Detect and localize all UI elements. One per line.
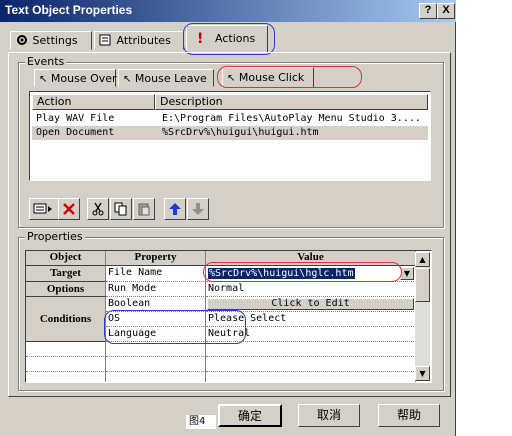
copy-icon: [114, 202, 127, 216]
delete-icon: [63, 203, 75, 215]
tab-attributes[interactable]: Attributes: [94, 31, 184, 50]
tab-settings[interactable]: Settings: [10, 31, 92, 50]
copy-button[interactable]: [110, 198, 132, 220]
action-cell: Open Document: [36, 127, 115, 138]
figure-caption: 图4: [186, 415, 216, 429]
help-title-button[interactable]: ?: [419, 3, 437, 19]
subtab-mouse-over-label: Mouse Over: [50, 72, 117, 85]
column-property: Property: [106, 251, 206, 266]
empty-cell: [106, 372, 206, 382]
column-object: Object: [26, 251, 106, 266]
scroll-thumb[interactable]: [415, 268, 430, 302]
click-to-edit-button[interactable]: Click to Edit: [207, 298, 414, 310]
empty-cell: [206, 372, 416, 382]
move-up-button[interactable]: [164, 198, 186, 220]
cancel-button[interactable]: 取消: [298, 404, 360, 427]
ok-button[interactable]: 确定: [218, 404, 282, 427]
empty-cell: [106, 357, 206, 372]
conditions-highlight: [104, 310, 246, 344]
events-group-label: Events: [25, 55, 67, 68]
subtab-mouse-leave-label: Mouse Leave: [134, 72, 207, 85]
cut-button[interactable]: [87, 198, 109, 220]
object-target: Target: [26, 266, 106, 282]
empty-cell: [106, 342, 206, 357]
move-up-icon: [169, 203, 181, 215]
object-options: Options: [26, 282, 106, 297]
tab-attributes-label: Attributes: [116, 34, 171, 47]
actions-list[interactable]: Action Description Play WAV File E:\Prog…: [29, 91, 431, 181]
mouse-click-highlight: [217, 66, 362, 88]
object-conditions: Conditions: [26, 297, 106, 342]
cut-icon: [92, 202, 104, 216]
window-title: Text Object Properties: [5, 3, 133, 17]
tab-settings-label: Settings: [32, 34, 78, 47]
file-name-highlight: [203, 262, 402, 282]
column-description[interactable]: Description: [155, 94, 428, 110]
scroll-up-icon[interactable]: ▲: [415, 252, 430, 267]
description-cell: %SrcDrv%\huigui\huigui.htm: [162, 127, 319, 138]
list-item[interactable]: Open Document %SrcDrv%\huigui\huigui.htm: [32, 126, 428, 140]
close-button[interactable]: X: [437, 3, 455, 19]
move-down-button[interactable]: [187, 198, 209, 220]
paste-icon: [138, 203, 150, 216]
attributes-icon: [99, 34, 111, 46]
mouse-over-icon: ↖: [39, 74, 48, 85]
properties-dialog: Text Object Properties ? X Settings Attr…: [0, 0, 456, 436]
title-bar[interactable]: Text Object Properties ? X: [0, 0, 456, 22]
property-file-name[interactable]: File Name: [106, 266, 206, 282]
run-mode-value[interactable]: Normal: [206, 282, 416, 297]
empty-cell: [206, 357, 416, 372]
subtab-mouse-over[interactable]: ↖ Mouse Over: [34, 69, 117, 87]
add-action-icon: [33, 203, 52, 214]
settings-icon: [17, 35, 27, 45]
property-run-mode[interactable]: Run Mode: [106, 282, 206, 297]
scroll-down-icon[interactable]: ▼: [415, 366, 430, 381]
help-button[interactable]: 帮助: [378, 404, 440, 427]
browse-icon[interactable]: ▼: [400, 267, 414, 280]
paste-button[interactable]: [133, 198, 155, 220]
mouse-leave-icon: ↖: [123, 74, 132, 85]
subtab-mouse-leave[interactable]: ↖ Mouse Leave: [118, 69, 214, 87]
empty-cell: [26, 357, 106, 372]
delete-button[interactable]: [58, 198, 80, 220]
empty-cell: [26, 342, 106, 357]
description-cell: E:\Program Files\AutoPlay Menu Studio 3.…: [162, 113, 421, 124]
list-item[interactable]: Play WAV File E:\Program Files\AutoPlay …: [32, 112, 428, 126]
column-action[interactable]: Action: [32, 94, 155, 110]
vertical-scrollbar[interactable]: ▲ ▼: [415, 252, 430, 381]
move-down-icon: [192, 203, 204, 215]
action-cell: Play WAV File: [36, 113, 115, 124]
empty-cell: [206, 342, 416, 357]
add-action-button[interactable]: [29, 198, 59, 220]
empty-cell: [26, 372, 106, 382]
actions-highlight: [183, 23, 275, 55]
properties-group-label: Properties: [25, 230, 85, 243]
